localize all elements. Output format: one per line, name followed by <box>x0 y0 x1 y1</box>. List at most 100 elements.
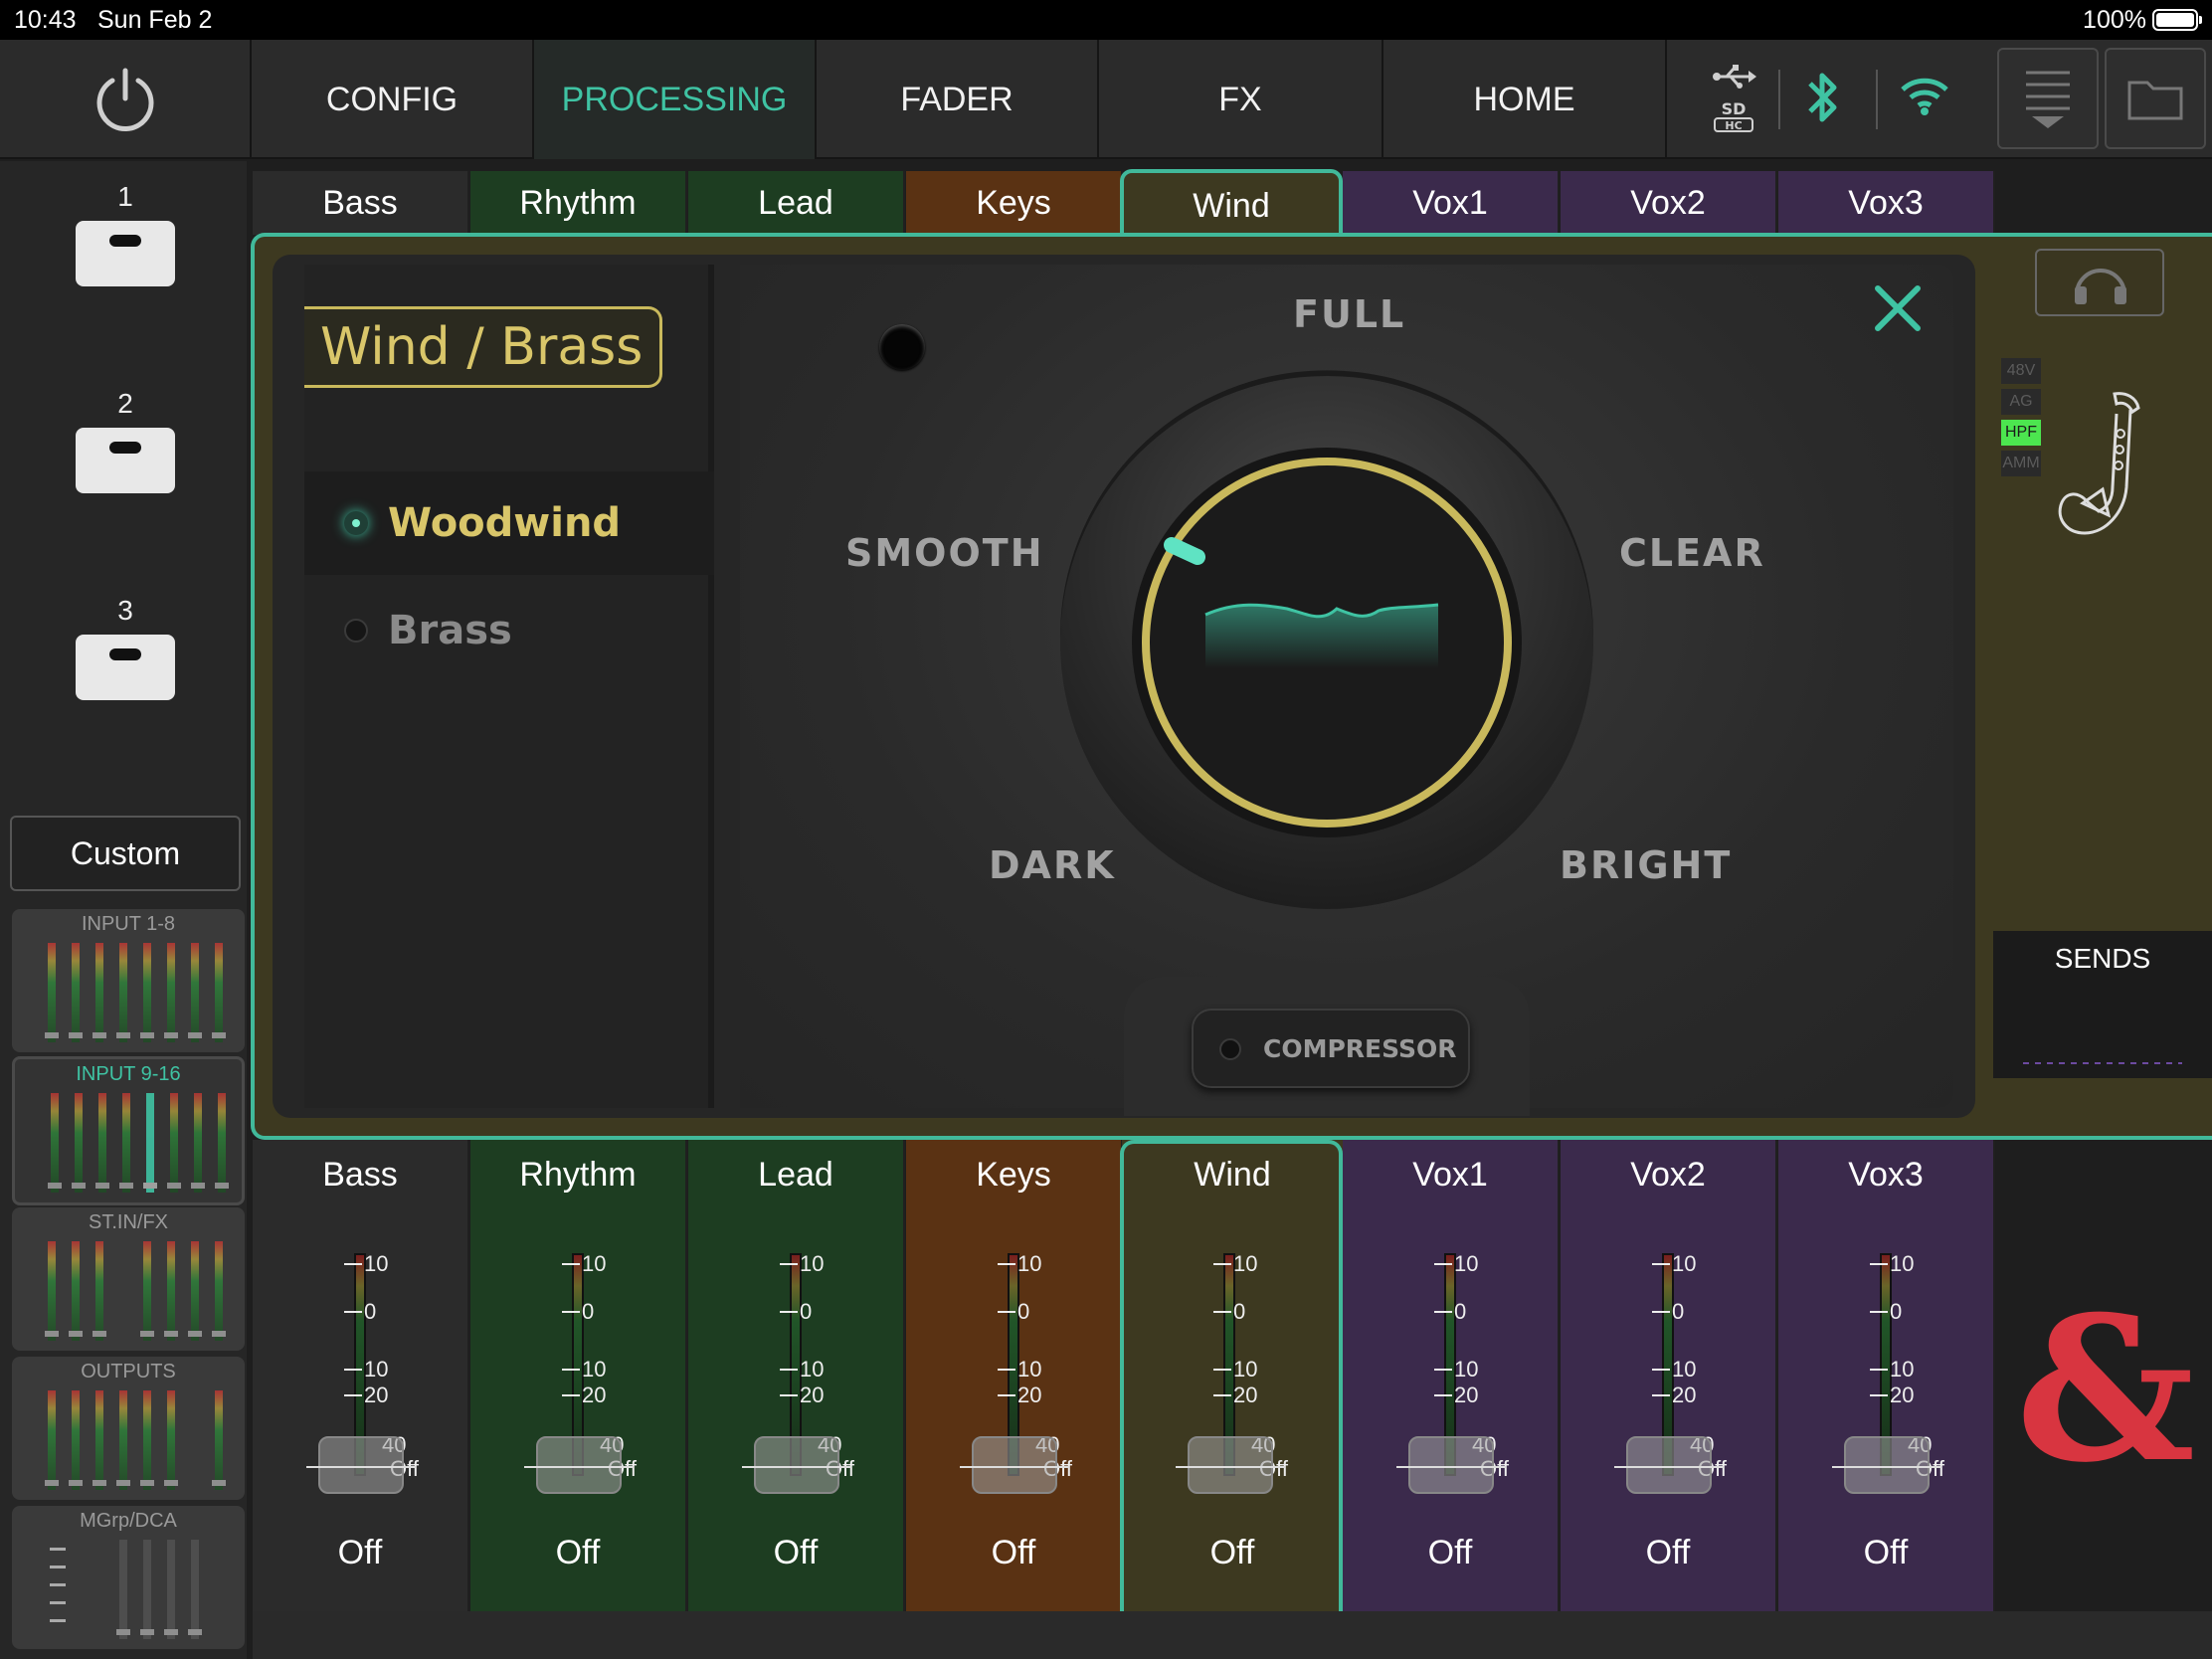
sd-card-icon: SD HC <box>1714 99 1753 132</box>
channel-tab-lead[interactable]: Lead <box>688 171 905 235</box>
connectivity-icons: SD HC <box>1667 40 2001 159</box>
bank-st-in-fx[interactable]: ST.IN/FX <box>12 1207 245 1351</box>
fader-scale: 100102040Off <box>780 1251 899 1550</box>
scene-number: 3 <box>117 595 133 626</box>
badge-hpf: HPF <box>2001 420 2041 446</box>
status-bar: 10:43 Sun Feb 2 100% <box>0 0 2212 40</box>
menu-button[interactable] <box>1997 48 2099 149</box>
scene-slot <box>76 428 175 493</box>
fader-scale: 100102040Off <box>562 1251 681 1550</box>
folder-button[interactable] <box>2105 48 2206 149</box>
fader-scale: 100102040Off <box>1652 1251 1771 1550</box>
scale-tick: 10 <box>1454 1251 1479 1276</box>
scale-dash <box>998 1369 1015 1371</box>
selected-indicator-icon <box>344 511 368 535</box>
tab-config[interactable]: CONFIG <box>252 40 534 159</box>
fader-handle[interactable] <box>306 1436 416 1494</box>
fader-level-readout: Off <box>1645 1534 1691 1571</box>
close-icon[interactable] <box>1870 280 1926 336</box>
saxophone-icon[interactable] <box>2053 388 2152 543</box>
scale-tick: 10 <box>800 1357 825 1382</box>
scale-tick: 10 <box>1017 1357 1042 1382</box>
fader-handle[interactable] <box>960 1436 1069 1494</box>
fader-level-readout: Off <box>555 1534 601 1571</box>
sidebar: 1 2 3 Custom INPUT 1-8 INPUT 9-16 ST.IN/… <box>0 161 247 1659</box>
scale-dash <box>998 1311 1015 1313</box>
channel-tab-vox3[interactable]: Vox3 <box>1778 171 1995 235</box>
scale-tick: 0 <box>1454 1299 1467 1324</box>
fader-handle[interactable] <box>1396 1436 1506 1494</box>
folder-icon <box>2127 81 2183 120</box>
scale-dash <box>998 1263 1015 1265</box>
scene-2[interactable]: 2 <box>76 388 175 493</box>
badge-amm: AMM <box>2001 451 2041 476</box>
badge-48v: 48V <box>2001 358 2041 384</box>
scale-dash <box>344 1311 362 1313</box>
tab-processing[interactable]: PROCESSING <box>534 40 817 159</box>
channel-tab-rhythm[interactable]: Rhythm <box>470 171 687 235</box>
scale-dash <box>1652 1311 1670 1313</box>
channel-tab-vox2[interactable]: Vox2 <box>1561 171 1777 235</box>
scale-tick: 10 <box>1017 1251 1042 1276</box>
scale-tick: 10 <box>582 1357 607 1382</box>
power-button[interactable] <box>0 40 252 159</box>
channel-tab-vox1[interactable]: Vox1 <box>1343 171 1560 235</box>
fader-handle[interactable] <box>742 1436 851 1494</box>
scale-dash <box>562 1394 580 1396</box>
bank-outputs[interactable]: OUTPUTS <box>12 1357 245 1500</box>
channel-strip-vox3: Vox3100102040OffOff <box>1778 1140 1995 1611</box>
bottom-bar <box>253 1611 2212 1659</box>
fader-handle[interactable] <box>1614 1436 1724 1494</box>
channel-tab-keys[interactable]: Keys <box>906 171 1123 235</box>
preset-category-title[interactable]: Wind / Brass <box>304 306 662 388</box>
scale-dash <box>562 1369 580 1371</box>
channel-name: Vox3 <box>1848 1156 1924 1194</box>
scale-dash <box>1870 1263 1888 1265</box>
channel-tab-bass[interactable]: Bass <box>253 171 469 235</box>
bank-mgrp-dca[interactable]: MGrp/DCA <box>12 1506 245 1649</box>
preset-woodwind[interactable]: Woodwind <box>304 471 714 575</box>
channel-name: Lead <box>758 1156 833 1194</box>
scale-dash <box>780 1263 798 1265</box>
channel-strip-vox2: Vox2100102040OffOff <box>1561 1140 1777 1611</box>
preset-label: Woodwind <box>388 500 622 546</box>
fader-handle[interactable] <box>1832 1436 1941 1494</box>
scale-tick: 20 <box>1890 1382 1915 1407</box>
compressor-button[interactable]: COMPRESSOR <box>1192 1009 1470 1088</box>
channel-tab-wind[interactable]: Wind <box>1120 169 1343 239</box>
sends-button[interactable]: SENDS <box>1993 931 2212 1078</box>
scale-dash <box>344 1369 362 1371</box>
fader-handle[interactable] <box>524 1436 634 1494</box>
scale-dash <box>780 1369 798 1371</box>
scale-dash <box>562 1311 580 1313</box>
brand-logo: & <box>2015 1273 2196 1507</box>
headphone-button[interactable] <box>2035 249 2164 316</box>
scale-tick: 20 <box>800 1382 825 1407</box>
scene-slot <box>76 635 175 700</box>
bank-title: INPUT 9-16 <box>76 1063 181 1085</box>
scale-dash <box>1434 1311 1452 1313</box>
bank-input-1-8[interactable]: INPUT 1-8 <box>12 909 245 1052</box>
preset-brass[interactable]: Brass <box>304 579 714 682</box>
scene-1[interactable]: 1 <box>76 181 175 286</box>
bank-meters <box>32 943 231 1042</box>
bank-title: ST.IN/FX <box>88 1211 168 1233</box>
scale-dash <box>344 1394 362 1396</box>
tab-home[interactable]: HOME <box>1383 40 1667 159</box>
scene-3[interactable]: 3 <box>76 595 175 700</box>
top-nav: CONFIG PROCESSING FADER FX HOME SD HC <box>0 40 2212 159</box>
knob-area: FULL SMOOTH CLEAR DARK BRIGHT COMPRESSOR <box>740 265 1953 1116</box>
tab-fx[interactable]: FX <box>1099 40 1383 159</box>
label-smooth: SMOOTH <box>845 531 1044 575</box>
tone-knob[interactable] <box>1048 354 1605 911</box>
bluetooth-icon <box>1808 73 1837 122</box>
scale-tick: 0 <box>1890 1299 1903 1324</box>
scale-tick: 20 <box>364 1382 389 1407</box>
tab-fader[interactable]: FADER <box>817 40 1099 159</box>
bank-input-9-16[interactable]: INPUT 9-16 <box>12 1056 245 1205</box>
scale-dash <box>780 1394 798 1396</box>
custom-button[interactable]: Custom <box>10 816 241 891</box>
channel-name: Vox1 <box>1412 1156 1488 1194</box>
scale-tick: 0 <box>582 1299 595 1324</box>
scale-tick: 0 <box>364 1299 377 1324</box>
